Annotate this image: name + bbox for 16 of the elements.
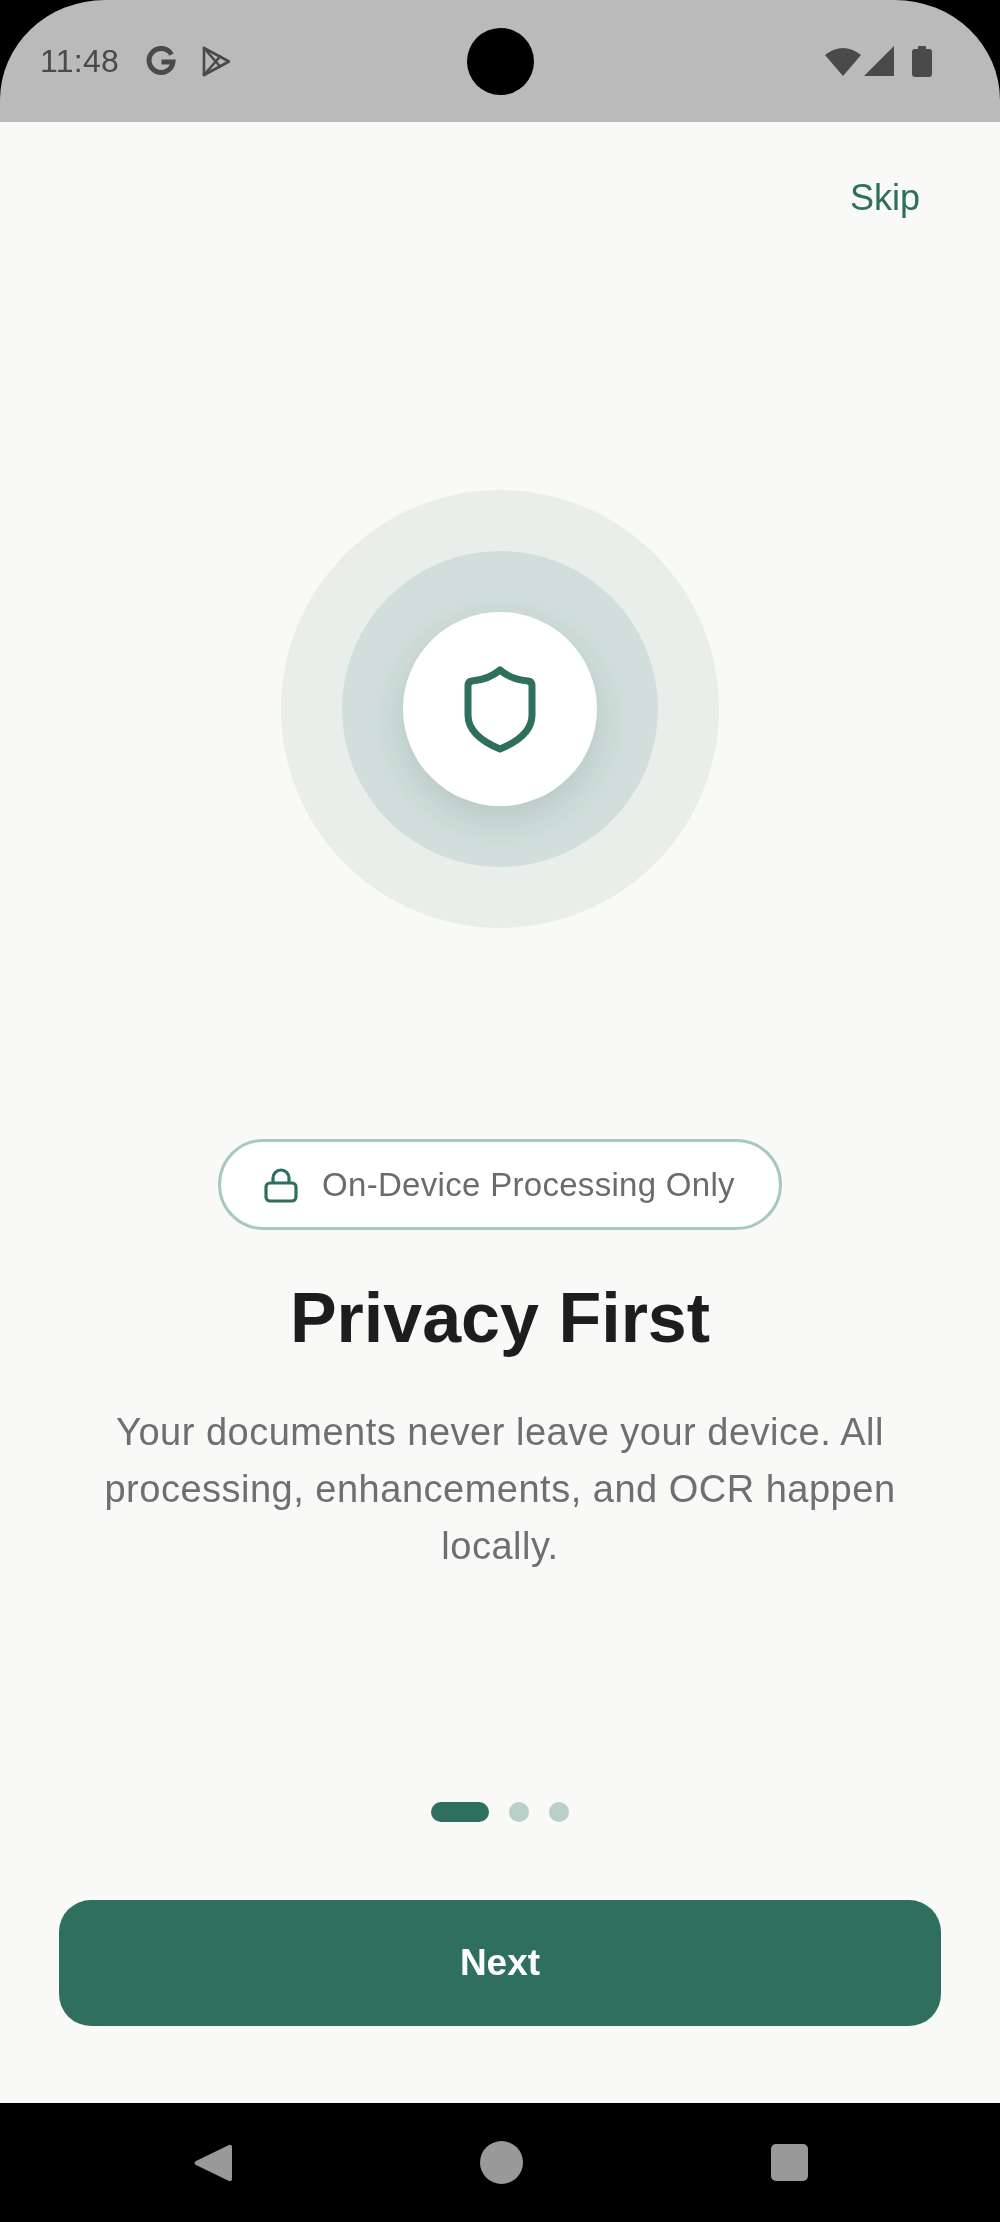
wifi-icon (825, 46, 861, 76)
shield-icon (463, 664, 537, 754)
badge-label: On-Device Processing Only (322, 1168, 735, 1201)
onboarding-title: Privacy First (289, 1278, 711, 1359)
onboarding-description: Your documents never leave your device. All processing, enhancements, and OCR happen locally. (103, 1410, 897, 1569)
lock-icon (264, 1166, 299, 1203)
next-button[interactable]: Next (59, 1900, 941, 2026)
play-triangle-icon (201, 44, 233, 78)
active-page-indicator[interactable] (431, 1802, 489, 1822)
g-letter-icon (146, 46, 177, 76)
signal-icon (864, 46, 894, 76)
battery-icon (912, 45, 932, 77)
status-time: 11:48 (40, 45, 120, 77)
skip-button[interactable]: Skip (849, 178, 920, 218)
home-icon[interactable] (479, 2141, 523, 2184)
recents-icon[interactable] (770, 2144, 808, 2181)
